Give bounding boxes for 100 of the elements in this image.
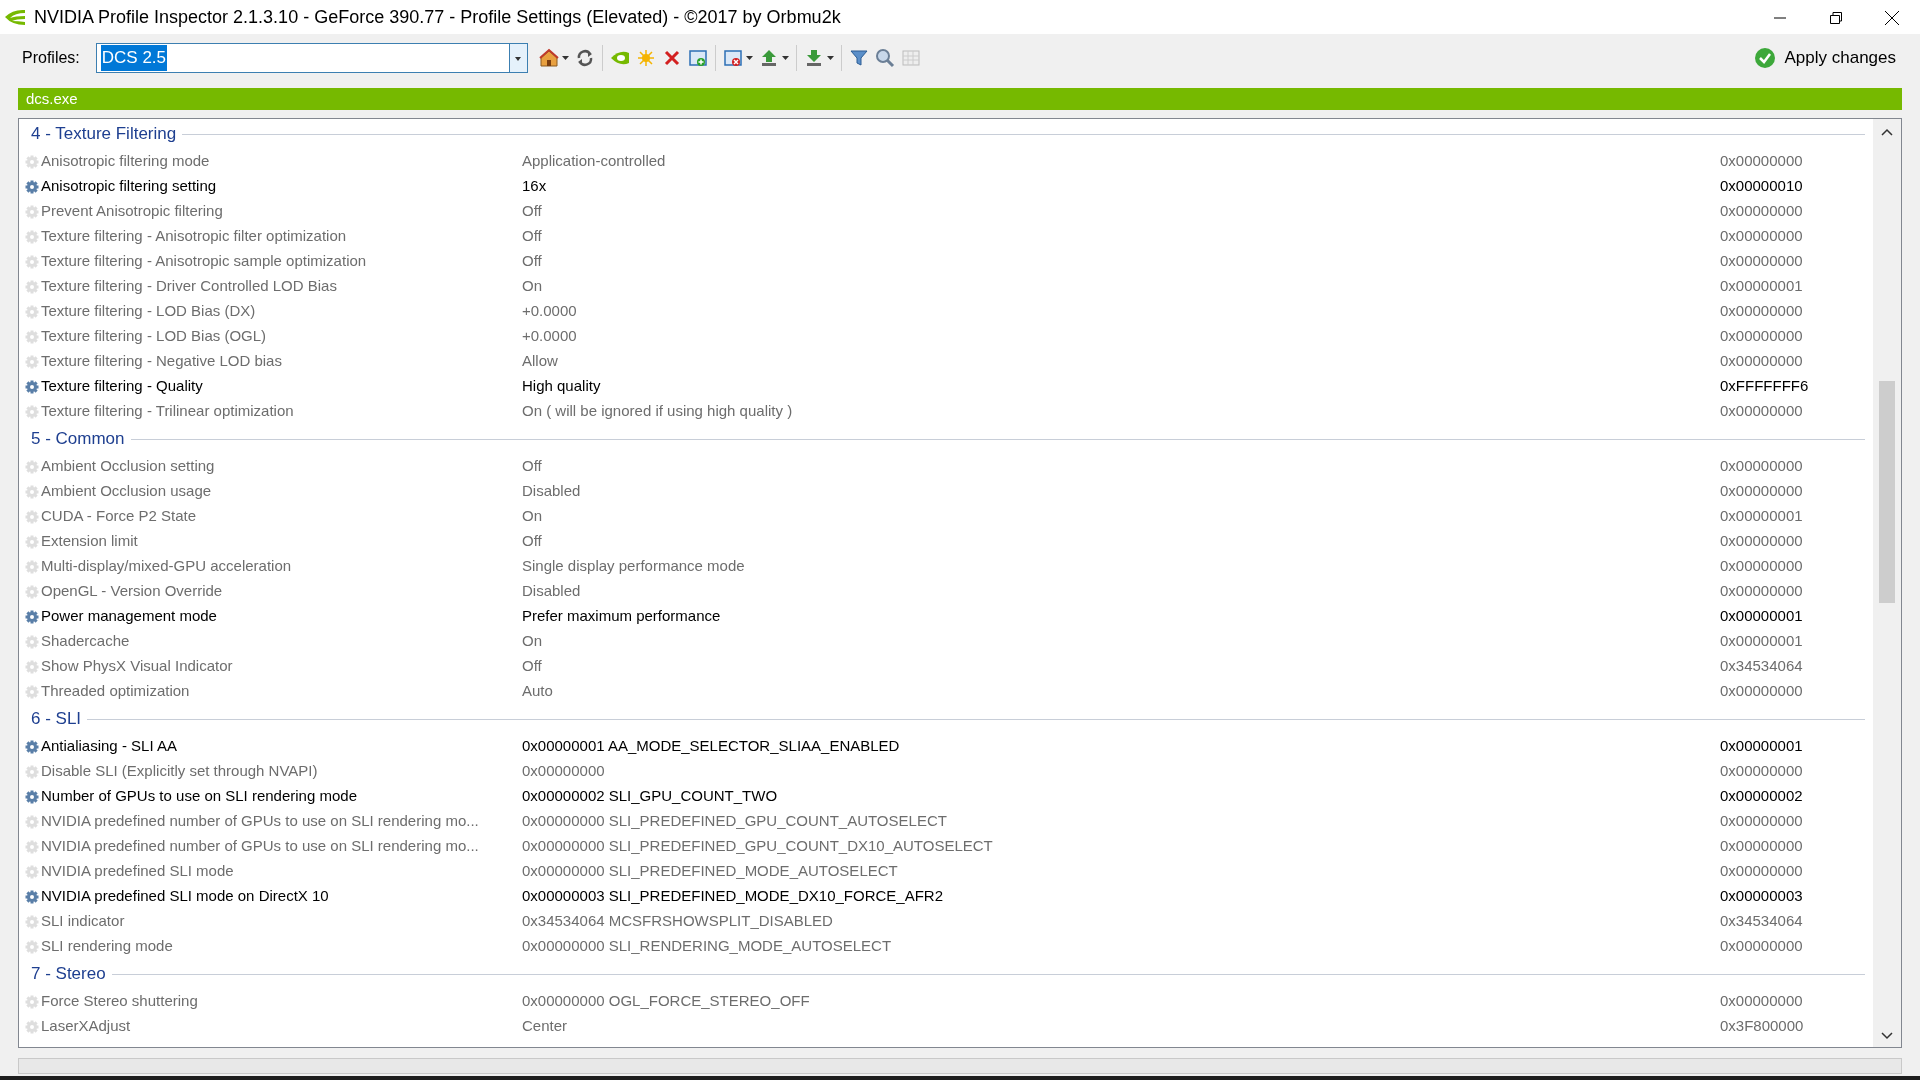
setting-name[interactable]: Texture filtering - LOD Bias (OGL) — [41, 325, 267, 348]
caret-icon — [514, 55, 523, 62]
setting-value[interactable]: Allow — [522, 352, 558, 370]
gear-icon — [25, 609, 39, 624]
setting-name[interactable]: SLI rendering mode — [41, 935, 173, 958]
close-icon — [1884, 9, 1900, 26]
setting-value[interactable]: Single display performance mode — [522, 557, 745, 575]
setting-name[interactable]: Ambient Occlusion usage — [41, 480, 212, 503]
setting-value[interactable]: On — [522, 507, 542, 525]
setting-value[interactable]: Disabled — [522, 582, 581, 600]
setting-name[interactable]: OpenGL - Version Override — [41, 580, 223, 603]
setting-name[interactable]: Texture filtering - Trilinear optimization — [41, 400, 294, 423]
setting-value[interactable]: 0x00000000 SLI_PREDEFINED_MODE_AUTOSELECT — [522, 862, 898, 880]
setting-hex-value: 0x00000000 — [1720, 481, 1803, 502]
setting-value[interactable]: 0x34534064 MCSFRSHOWSPLIT_DISABLED — [522, 912, 833, 930]
gear-icon — [25, 459, 39, 474]
setting-name[interactable]: Multi-display/mixed-GPU acceleration — [41, 555, 292, 578]
setting-value[interactable]: 16x — [522, 177, 547, 195]
setting-value[interactable]: +0.0000 — [522, 302, 577, 320]
setting-name[interactable]: Ambient Occlusion setting — [41, 455, 215, 478]
setting-name[interactable]: SLI indicator — [41, 910, 125, 933]
setting-value[interactable]: Off — [522, 532, 542, 550]
setting-name[interactable]: Extension limit — [41, 530, 138, 553]
setting-name[interactable]: Show PhysX Visual Indicator — [41, 655, 233, 678]
setting-name[interactable]: Force Stereo shuttering — [41, 990, 198, 1013]
setting-value[interactable]: Auto — [522, 682, 553, 700]
setting-value[interactable]: Off — [522, 202, 542, 220]
setting-value[interactable]: 0x00000000 OGL_FORCE_STEREO_OFF — [522, 992, 810, 1010]
setting-name[interactable]: NVIDIA predefined SLI mode on DirectX 10 — [41, 885, 329, 908]
setting-value[interactable]: 0x00000000 SLI_PREDEFINED_GPU_COUNT_DX10_AUTOSELECT — [522, 837, 993, 855]
setting-value[interactable]: 0x00000003 SLI_PREDEFINED_MODE_DX10_FORCE_AFR2 — [522, 887, 944, 905]
setting-value[interactable]: Prefer maximum performance — [522, 607, 721, 625]
setting-hex-value: 0x00000000 — [1720, 556, 1803, 577]
setting-name[interactable]: Antialiasing - SLI AA — [41, 735, 177, 758]
caret-icon — [826, 56, 834, 60]
setting-hex-value: 0x34534064 — [1720, 911, 1803, 932]
setting-hex-value: 0x00000010 — [1720, 176, 1803, 197]
apply-changes-button[interactable]: Apply changes — [1748, 44, 1902, 72]
gear-icon — [25, 814, 39, 829]
setting-value[interactable]: Off — [522, 227, 542, 245]
gear-icon — [25, 914, 39, 929]
setting-value[interactable]: +0.0000 — [522, 327, 577, 345]
setting-name[interactable]: Disable SLI (Explicitly set through NVAPI) — [41, 760, 318, 783]
scrollbar-thumb[interactable] — [1879, 381, 1895, 603]
setting-value[interactable]: On — [522, 277, 542, 295]
setting-name[interactable]: Texture filtering - Anisotropic filter optimization — [41, 225, 347, 248]
setting-value[interactable]: 0x00000000 — [522, 762, 605, 780]
group-header: 4 - Texture Filtering — [30, 123, 177, 146]
setting-hex-value: 0x00000001 — [1720, 736, 1803, 757]
setting-name[interactable]: NVIDIA predefined SLI mode — [41, 860, 234, 883]
home-icon — [538, 48, 559, 68]
setting-name[interactable]: Texture filtering - Quality — [41, 375, 203, 398]
add-application-icon — [687, 48, 708, 68]
gear-icon — [25, 204, 39, 219]
gear-icon — [25, 839, 39, 854]
dropdown-button[interactable] — [508, 44, 527, 72]
setting-name[interactable]: Prevent Anisotropic filtering — [41, 200, 223, 223]
window-title: NVIDIA Profile Inspector 2.1.3.10 - GeForce 390.77 - Profile Settings (Elevated) - ©2017 by Orbmu2k — [34, 5, 841, 29]
gear-icon — [25, 254, 39, 269]
setting-name[interactable]: Texture filtering - LOD Bias (DX) — [41, 300, 256, 323]
gear-icon — [25, 379, 39, 394]
setting-value[interactable]: Off — [522, 457, 542, 475]
setting-value[interactable]: On — [522, 632, 542, 650]
gear-icon — [25, 634, 39, 649]
setting-name[interactable]: Shadercache — [41, 630, 130, 653]
setting-name[interactable]: Anisotropic filtering setting — [41, 175, 217, 198]
setting-hex-value: 0x00000000 — [1720, 456, 1803, 477]
gear-icon — [25, 154, 39, 169]
group-header: 7 - Stereo — [30, 963, 106, 986]
setting-value[interactable]: 0x00000000 SLI_RENDERING_MODE_AUTOSELECT — [522, 937, 892, 955]
setting-value[interactable]: 0x00000002 SLI_GPU_COUNT_TWO — [522, 787, 778, 805]
setting-hex-value: 0x00000001 — [1720, 631, 1803, 652]
setting-value[interactable]: High quality — [522, 377, 601, 395]
setting-value[interactable]: Disabled — [522, 482, 581, 500]
setting-name[interactable]: Texture filtering - Driver Controlled LOD Bias — [41, 275, 337, 298]
setting-name[interactable]: Power management mode — [41, 605, 217, 628]
gear-icon — [25, 889, 39, 904]
setting-value[interactable]: 0x00000001 AA_MODE_SELECTOR_SLIAA_ENABLED — [522, 737, 900, 755]
setting-hex-value: 0x00000000 — [1720, 761, 1803, 782]
gear-icon — [25, 279, 39, 294]
setting-value[interactable]: 0x00000000 SLI_PREDEFINED_GPU_COUNT_AUTOSELECT — [522, 812, 947, 830]
setting-name[interactable]: Anisotropic filtering mode — [41, 150, 210, 173]
setting-name[interactable]: Number of GPUs to use on SLI rendering mode — [41, 785, 357, 808]
setting-name[interactable]: Texture filtering - Negative LOD bias — [41, 350, 282, 373]
setting-name[interactable]: NVIDIA predefined number of GPUs to use on SLI rendering mo... — [41, 810, 479, 833]
setting-hex-value: 0x00000000 — [1720, 811, 1803, 832]
setting-name[interactable]: LaserXAdjust — [41, 1015, 131, 1038]
setting-hex-value: 0x00000000 — [1720, 301, 1803, 322]
setting-name[interactable]: CUDA - Force P2 State — [41, 505, 197, 528]
setting-value[interactable]: On ( will be ignored if using high quality ) — [522, 402, 793, 420]
setting-value[interactable]: Off — [522, 252, 542, 270]
nvidia-logo-icon — [4, 8, 26, 26]
setting-name[interactable]: Threaded optimization — [41, 680, 190, 703]
setting-value[interactable]: Center — [522, 1017, 568, 1035]
profile-combo-box[interactable]: DCS 2.5 — [95, 43, 528, 73]
setting-value[interactable]: Application-controlled — [522, 152, 666, 170]
setting-value[interactable]: Off — [522, 657, 542, 675]
setting-name[interactable]: NVIDIA predefined number of GPUs to use on SLI rendering mo... — [41, 835, 479, 858]
setting-name[interactable]: Texture filtering - Anisotropic sample optimization — [41, 250, 367, 273]
gear-icon — [25, 534, 39, 549]
